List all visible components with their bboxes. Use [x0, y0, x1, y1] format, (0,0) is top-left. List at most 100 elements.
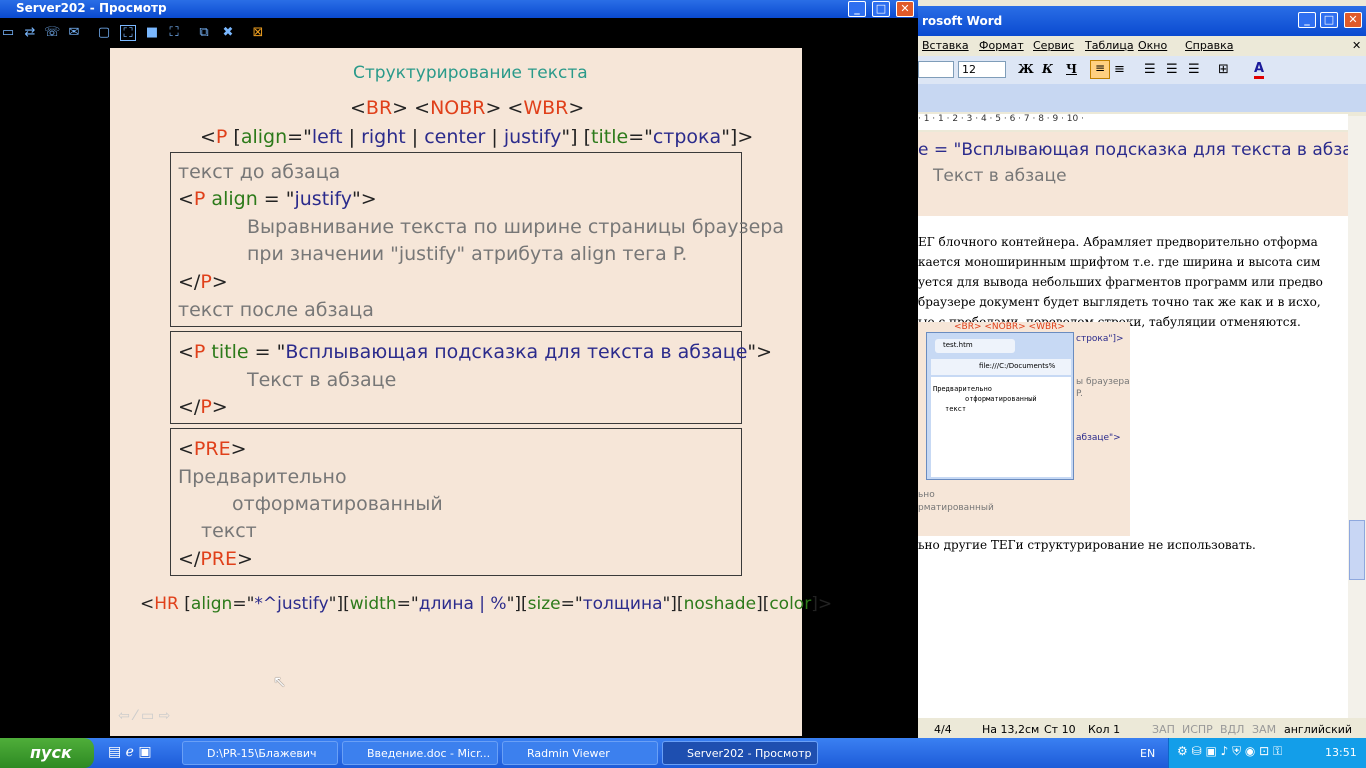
phone-icon[interactable]: ☏ — [44, 25, 60, 41]
underline-button[interactable]: Ч — [1066, 62, 1077, 76]
start-button[interactable]: пуск — [0, 738, 94, 768]
font-size-field[interactable]: 12 — [958, 61, 1006, 78]
doc-crop-line2: Текст в абзаце — [933, 166, 1067, 186]
taskbar-item-radmin[interactable]: Radmin Viewer — [502, 741, 658, 765]
taskbar-item-server[interactable]: Server202 - Просмотр — [662, 741, 818, 765]
ruler[interactable]: · 1 · 1 · 2 · 3 · 4 · 5 · 6 · 7 · 8 · 9 … — [918, 114, 1348, 130]
thumb-right2: ы браузера — [1076, 377, 1130, 387]
taskbar-item-folder[interactable]: D:\PR-15\Блажевич — [182, 741, 338, 765]
line-p-syntax: <P [align="left | right | center | justi… — [200, 126, 754, 148]
bullet-list-icon[interactable]: ☰ — [1166, 62, 1178, 77]
settings-icon[interactable]: ✖ — [220, 25, 236, 41]
line-br: <BR> <NOBR> <WBR> — [350, 97, 585, 119]
pre-close-tag: </PRE> — [178, 548, 253, 570]
example-box-title: <P title = "Всплывающая подсказка для те… — [170, 331, 772, 424]
status-ovr[interactable]: ЗАМ — [1252, 723, 1276, 736]
status-position: На 13,2см — [982, 723, 1040, 736]
window-icon[interactable]: ▢ — [96, 25, 112, 41]
thumb-left2: рматированный — [918, 503, 994, 513]
italic-button[interactable]: К — [1042, 62, 1053, 76]
font-color-icon[interactable]: A — [1254, 61, 1265, 79]
thumb-line1: <BR> <NOBR> <WBR> — [954, 322, 1065, 332]
format-toolbar: 12 Ж К Ч ≡ ≡ ☰ ☰ ☰ ⊞ A — [918, 56, 1366, 84]
justify-text-2: при значении "justify" атрибута align те… — [247, 243, 688, 265]
copy-icon[interactable]: ⧉ — [196, 25, 212, 41]
embedded-slide-crop: e = "Всплывающая подсказка для текста в … — [918, 132, 1348, 216]
word-close-button[interactable]: ✕ — [1344, 12, 1362, 28]
menu-service[interactable]: Сервис — [1033, 39, 1074, 52]
text-before: текст до абзаца — [178, 161, 341, 183]
browser-tab: test.htm — [935, 339, 1015, 353]
toolbar-area — [918, 84, 1366, 112]
slide-nav-icons[interactable]: ⇦ ⁄ ▭ ⇨ — [118, 708, 170, 724]
p-close-tag: </P> — [178, 396, 228, 418]
browser-content: Предварительно отформатированный текст — [931, 377, 1071, 477]
menu-help[interactable]: Справка — [1185, 39, 1233, 52]
word-maximize-button[interactable]: □ — [1320, 12, 1338, 28]
stretch-icon[interactable]: ■ — [144, 25, 160, 41]
pre-text-3: текст — [201, 520, 257, 542]
disconnect-icon[interactable]: ⊠ — [250, 25, 266, 41]
pre-text-1: Предварительно — [178, 466, 347, 488]
clock: 13:51 — [1325, 746, 1357, 759]
align-justify-icon[interactable]: ≡ — [1114, 62, 1125, 77]
quicklaunch-icons[interactable]: ▤ ℯ ▣ — [108, 744, 152, 760]
slide: Структурирование текста <BR> <NOBR> <WBR… — [110, 48, 832, 736]
menu-window[interactable]: Окно — [1138, 39, 1167, 52]
thumb-left1: ьно — [918, 490, 935, 500]
fullscreen-icon[interactable]: ⛶ — [120, 25, 136, 41]
radmin-title: Server202 - Просмотр — [0, 0, 918, 18]
document-page: e = "Всплывающая подсказка для текста в … — [918, 132, 1348, 718]
hr-syntax: <HR [align="*^justify"][width="длина | %… — [140, 594, 833, 614]
numbered-list-icon[interactable]: ☰ — [1144, 62, 1156, 77]
word-minimize-button[interactable]: _ — [1298, 12, 1316, 28]
paragraph-text: Текст в абзаце — [247, 369, 397, 391]
system-tray: ⚙ ⛁ ▣ ♪ ⛨ ◉ ⊡ ⚿ 13:51 — [1168, 738, 1366, 768]
align-left-icon[interactable]: ≡ — [1090, 60, 1110, 79]
p-align-tag: <P align = "justify"> — [178, 188, 377, 210]
slide-heading: Структурирование текста — [353, 63, 588, 83]
transfer-icon[interactable]: ⇄ — [22, 25, 38, 41]
menu-format[interactable]: Формат — [979, 39, 1024, 52]
example-box-pre: <PRE> Предварительно отформатированный т… — [170, 428, 742, 576]
pre-open-tag: <PRE> — [178, 438, 247, 460]
taskbar-item-word[interactable]: Введение.doc - Micr... — [342, 741, 498, 765]
status-ext[interactable]: ВДЛ — [1220, 723, 1244, 736]
p-close-tag: </P> — [178, 271, 228, 293]
justify-text: Выравнивание текста по ширине страницы б… — [247, 216, 784, 238]
thumb-right4: абзаце"> — [1076, 433, 1121, 443]
radmin-window: Server202 - Просмотр _ □ ✕ ▭ ⇄ ☏ ✉ ▢ ⛶ ■… — [0, 0, 918, 738]
view-icon[interactable]: ▭ — [0, 25, 16, 41]
radmin-toolbar — [0, 20, 918, 46]
browser-address: file:///C:/Documents% — [931, 359, 1071, 375]
pre-text-2: отформатированный — [232, 493, 443, 515]
status-trk[interactable]: ИСПР — [1182, 723, 1213, 736]
word-menubar: Вставка Формат Сервис Таблица Окно Справ… — [918, 36, 1366, 56]
thumb-right3: P. — [1076, 389, 1083, 399]
bold-button[interactable]: Ж — [1018, 62, 1034, 76]
status-column: Кол 1 — [1088, 723, 1121, 736]
status-page: 4/4 — [934, 723, 952, 736]
menu-table[interactable]: Таблица — [1085, 39, 1134, 52]
status-rec[interactable]: ЗАП — [1152, 723, 1175, 736]
browser-window: test.htm file:///C:/Documents% Предварит… — [926, 332, 1074, 480]
text-after: текст после абзаца — [178, 299, 374, 321]
language-indicator[interactable]: EN — [1140, 747, 1155, 760]
tray-icons[interactable]: ⚙ ⛁ ▣ ♪ ⛨ ◉ ⊡ ⚿ — [1177, 744, 1282, 759]
doc-crop-line1: e = "Всплывающая подсказка для текста в … — [918, 140, 1348, 160]
minimize-button[interactable]: _ — [848, 1, 866, 17]
maximize-button[interactable]: □ — [872, 1, 890, 17]
fit-icon[interactable]: ⛶ — [166, 25, 182, 41]
vertical-scrollbar[interactable] — [1348, 116, 1366, 718]
indent-icon[interactable]: ☰ — [1188, 62, 1200, 77]
borders-icon[interactable]: ⊞ — [1218, 62, 1229, 77]
chat-icon[interactable]: ✉ — [66, 25, 82, 41]
close-button[interactable]: ✕ — [896, 1, 914, 17]
scroll-thumb[interactable] — [1349, 520, 1365, 580]
status-bar: 4/4 На 13,2см Ст 10 Кол 1 ЗАП ИСПР ВДЛ З… — [918, 720, 1366, 738]
font-name-field[interactable] — [918, 61, 954, 78]
document-paragraph: ЕГ блочного контейнера. Абрамляет предво… — [918, 235, 1323, 329]
close-doc-icon[interactable]: ✕ — [1352, 39, 1361, 52]
menu-insert[interactable]: Вставка — [922, 39, 969, 52]
mouse-cursor-icon: ↖ — [273, 672, 287, 691]
